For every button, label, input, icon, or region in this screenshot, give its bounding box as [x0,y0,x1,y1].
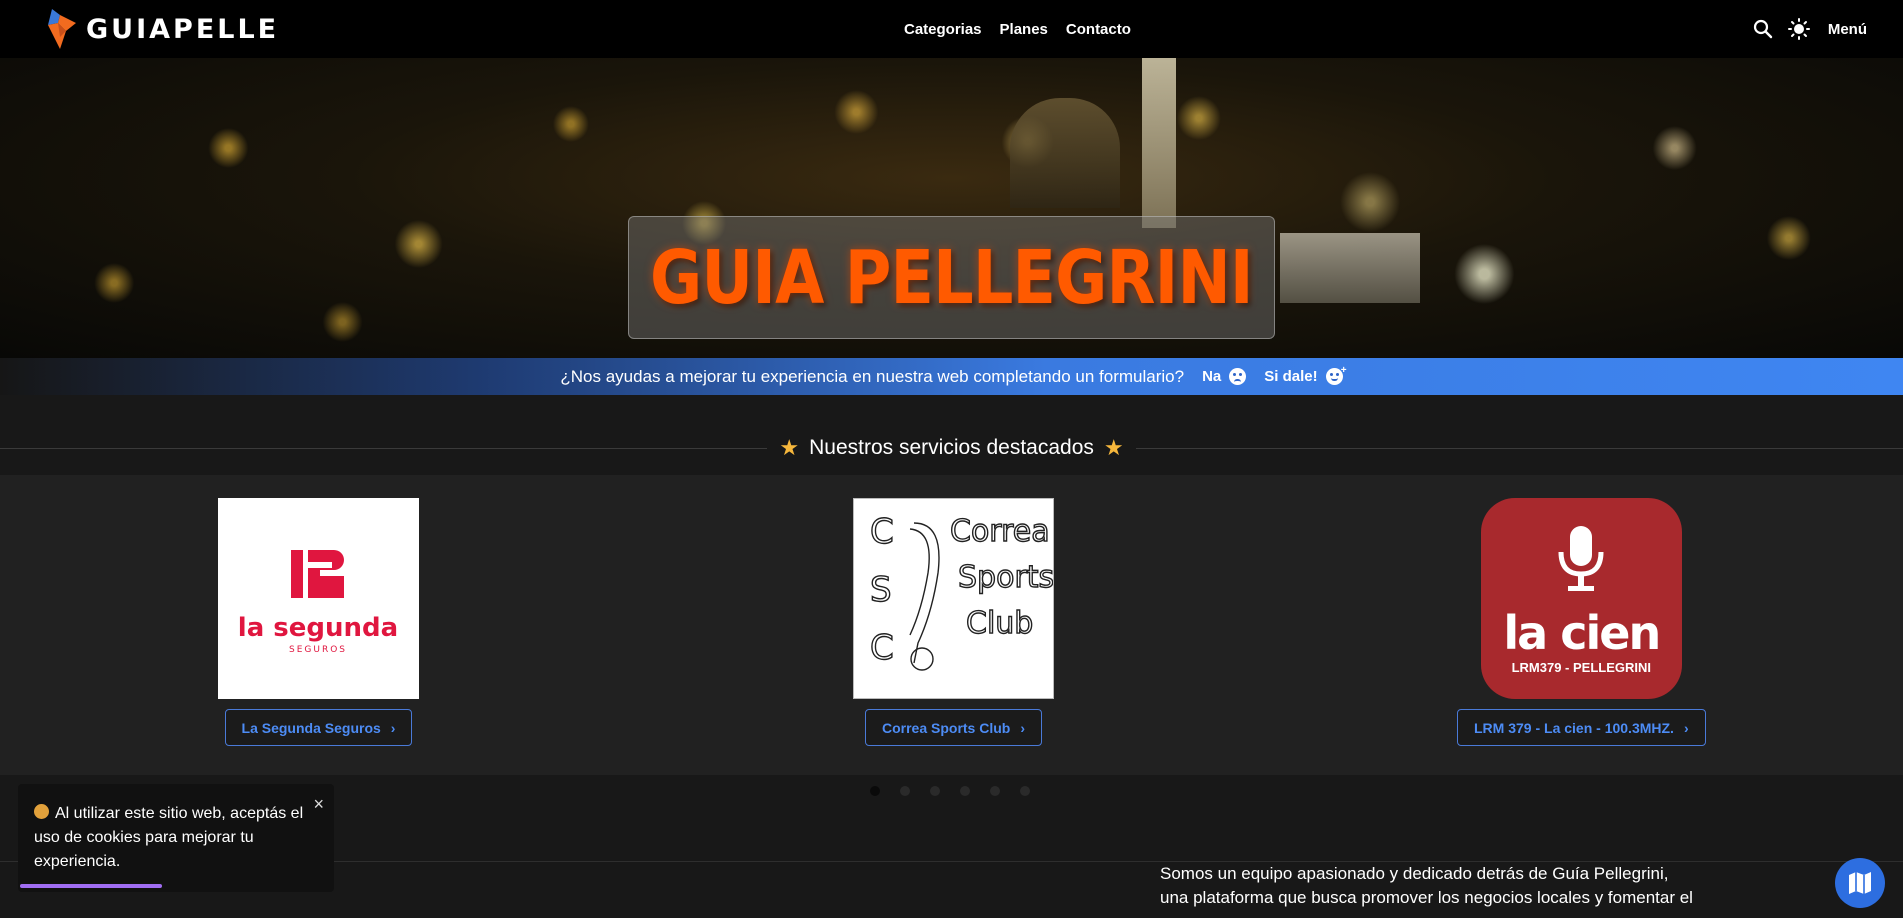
la-cien-logo-text: la cien [1503,606,1661,660]
chevron-right-icon: › [390,719,396,736]
nav-link-planes[interactable]: Planes [1000,21,1048,38]
correa-link-button[interactable]: Correa Sports Club › [864,709,1043,746]
featured-card-la-cien: la cien LRM379 - PELLEGRINI LRM 379 - La… [1457,498,1706,746]
correa-sports-logo[interactable]: C S C Correa Sports Club [853,498,1054,699]
carousel-dot[interactable] [900,786,910,796]
happy-face-plus-icon: + [1325,365,1347,385]
hero-title: GUIA PELLEGRINI [650,234,1254,321]
nav-link-contacto[interactable]: Contacto [1066,21,1131,38]
map-icon [1849,872,1871,894]
carousel-dot[interactable] [930,786,940,796]
hero-church-shape [1010,98,1120,208]
sad-face-icon [1229,368,1247,385]
la-cien-link-button[interactable]: LRM 379 - La cien - 100.3MHZ. › [1457,709,1706,746]
correa-word-2: Sports [958,560,1053,595]
feedback-question: ¿Nos ayudas a mejorar tu experiencia en … [560,366,1185,386]
card-link-label: Correa Sports Club [881,719,1011,736]
feedback-no-button[interactable]: Na [1202,368,1247,385]
carousel-dot[interactable] [870,786,880,796]
chevron-right-icon: › [1020,719,1026,736]
close-icon[interactable]: × [313,794,324,815]
divider-right [1135,447,1903,449]
hero-banner: GUIA PELLEGRINI [0,58,1903,358]
hero-title-box: GUIA PELLEGRINI [628,216,1275,339]
star-icon: ★ [1103,435,1124,460]
sun-icon[interactable] [1787,18,1810,40]
card-link-label: La Segunda Seguros [241,719,381,736]
feedback-no-label: Na [1202,368,1222,385]
featured-heading-row: ★ Nuestros servicios destacados ★ [0,428,1903,468]
la-segunda-logo-subtext: SEGUROS [289,645,347,655]
la-segunda-link-button[interactable]: La Segunda Seguros › [224,709,413,746]
microphone-icon [1558,526,1604,591]
correa-letter-c2: C [870,628,894,668]
main-nav: Categorias Planes Contacto [904,0,1131,58]
correa-letter-s: S [870,570,892,610]
feedback-yes-label: Si dale! [1264,368,1318,385]
correa-letter-c1: C [870,512,894,552]
chevron-right-icon: › [1683,719,1689,736]
feedback-yes-button[interactable]: Si dale! + [1264,365,1347,385]
featured-carousel[interactable]: la segunda SEGUROS La Segunda Seguros › … [0,475,1903,775]
carousel-dot[interactable] [960,786,970,796]
featured-heading-text: Nuestros servicios destacados [809,436,1094,459]
correa-word-3: Club [966,606,1033,641]
featured-card-correa: C S C Correa Sports Club Correa Sports C… [853,498,1054,746]
featured-card-la-segunda: la segunda SEGUROS La Segunda Seguros › [218,498,419,746]
about-paragraph: Somos un equipo apasionado y dedicado de… [1160,864,1693,907]
cookie-text: Al utilizar este sitio web, aceptás el u… [34,805,304,870]
carousel-dot[interactable] [990,786,1000,796]
brand-text: GUIAPELLE [86,13,280,45]
la-segunda-logo[interactable]: la segunda SEGUROS [218,498,419,699]
menu-button[interactable]: Menú [1828,21,1867,38]
la-segunda-logo-text: la segunda [238,613,398,643]
feedback-bar: ¿Nos ayudas a mejorar tu experiencia en … [0,358,1903,395]
nav-actions: Menú [1752,0,1867,58]
star-icon: ★ [779,435,800,460]
hero-building-shape [1280,233,1420,303]
cookie-icon [34,804,49,819]
la-cien-logo-subtext: LRM379 - PELLEGRINI [1511,660,1652,675]
cookie-notice: × Al utilizar este sitio web, aceptás el… [18,784,334,892]
divider-left [0,447,768,449]
top-navbar: GUIAPELLE Categorias Planes Contacto Men… [0,0,1903,58]
carousel-dots [870,786,1030,796]
featured-heading: ★ Nuestros servicios destacados ★ [767,435,1135,461]
hero-tower-shape [1142,58,1176,228]
la-cien-logo[interactable]: la cien LRM379 - PELLEGRINI [1480,498,1682,699]
nav-link-categorias[interactable]: Categorias [904,21,982,38]
cookie-timer-bar [20,884,162,888]
carousel-dot[interactable] [1020,786,1030,796]
correa-word-1: Correa [950,514,1050,549]
card-link-label: LRM 379 - La cien - 100.3MHZ. [1474,719,1674,736]
search-icon[interactable] [1752,18,1774,40]
map-floating-button[interactable] [1835,858,1885,908]
brand-logo[interactable]: GUIAPELLE [46,7,279,51]
map-pin-logo-icon [48,9,76,49]
